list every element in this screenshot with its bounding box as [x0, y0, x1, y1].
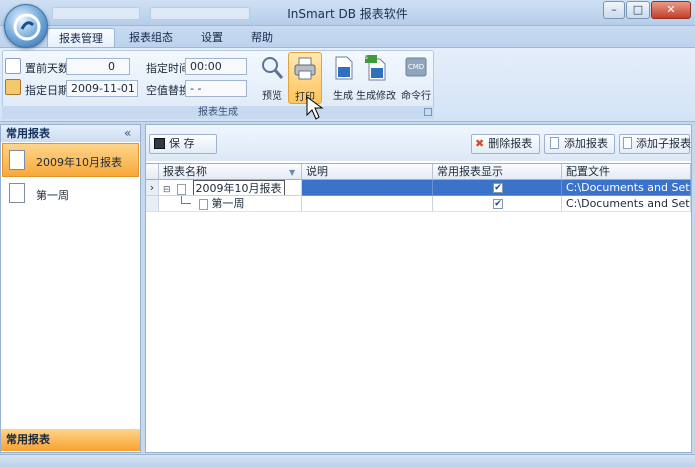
add-report-label: 添加报表: [564, 137, 608, 150]
favorite-checkbox[interactable]: ✔: [493, 183, 503, 193]
sort-arrow-icon: ▼: [289, 168, 296, 177]
cell-config[interactable]: C:\Documents and Setting...: [562, 180, 691, 196]
add-report-button[interactable]: 添加报表: [544, 134, 615, 154]
command-line-label: 命令行: [401, 91, 431, 102]
cell-favorite[interactable]: ✔: [433, 196, 562, 212]
time-input[interactable]: 00:00: [185, 58, 247, 75]
document-icon: [9, 150, 25, 170]
days-before-input[interactable]: 0: [66, 58, 130, 75]
add-report-icon: [550, 137, 559, 149]
tab-report-config[interactable]: 报表组态: [118, 28, 184, 48]
report-doc-icon: [177, 183, 187, 195]
collapse-tree-icon[interactable]: ⊟: [163, 185, 171, 195]
save-label: 保 存: [169, 137, 195, 150]
dialog-launcher-icon[interactable]: [424, 108, 432, 116]
favorites-panel-title: 常用报表: [1, 125, 140, 142]
row-indicator: ›: [146, 180, 159, 196]
status-bar: [0, 454, 695, 467]
favorite-checkbox[interactable]: ✔: [493, 199, 503, 209]
cell-desc[interactable]: [302, 180, 433, 196]
null-replace-label: 空值替换: [146, 84, 190, 97]
favorites-footer[interactable]: 常用报表: [1, 429, 140, 451]
app-orb-button[interactable]: [4, 4, 48, 48]
tree-line: [181, 196, 191, 204]
mouse-cursor-icon: [306, 96, 324, 120]
cell-name-text[interactable]: 2009年10月报表: [192, 180, 285, 195]
days-icon: [5, 58, 21, 74]
minimize-button[interactable]: –: [603, 1, 625, 19]
xls-badge: XLS: [358, 55, 368, 61]
delete-label: 删除报表: [488, 137, 533, 150]
cmd-badge: CMD: [407, 63, 425, 71]
cell-name[interactable]: 第一周: [159, 196, 302, 212]
save-icon: [154, 138, 165, 149]
column-header-desc[interactable]: 说明: [302, 164, 433, 180]
cell-favorite[interactable]: ✔: [433, 180, 562, 196]
delete-x-icon: ✖: [475, 137, 485, 150]
collapse-panel-button[interactable]: «: [124, 126, 131, 140]
printer-icon: [294, 57, 316, 80]
tab-help[interactable]: 帮助: [240, 28, 284, 48]
row-indicator: [146, 196, 159, 212]
column-header-name[interactable]: 报表名称: [159, 164, 302, 180]
preview-label: 预览: [262, 91, 282, 102]
add-child-icon: [623, 137, 632, 149]
favorite-item-label[interactable]: 第一周: [36, 187, 69, 203]
days-before-label: 置前天数: [25, 62, 69, 75]
window-title: InSmart DB 报表软件: [287, 7, 408, 21]
save-disk-icon: [335, 56, 353, 80]
save-button[interactable]: 保 存: [149, 134, 217, 154]
add-child-report-button[interactable]: 添加子报表: [619, 134, 691, 154]
calendar-icon: [5, 79, 21, 95]
magnifier-icon: [262, 57, 284, 79]
delete-report-button[interactable]: ✖ 删除报表: [471, 134, 540, 154]
cell-desc[interactable]: [302, 196, 433, 212]
row-header-corner: [146, 164, 159, 180]
column-header-config[interactable]: 配置文件: [562, 164, 691, 180]
cell-name-text[interactable]: 第一周: [212, 197, 245, 210]
date-label: 指定日期: [25, 84, 69, 97]
cell-config[interactable]: C:\Documents and Setting...: [562, 196, 691, 212]
column-header-favorite[interactable]: 常用报表显示: [433, 164, 562, 180]
add-child-label: 添加子报表: [636, 137, 691, 150]
null-replace-input[interactable]: - -: [185, 80, 247, 97]
command-line-button[interactable]: 命令行: [399, 52, 433, 104]
app-logo-icon: [13, 13, 41, 41]
maximize-button[interactable]: □: [626, 1, 650, 19]
tab-settings[interactable]: 设置: [190, 28, 234, 48]
favorite-item-label: 2009年10月报表: [36, 156, 122, 169]
close-button[interactable]: ✕: [651, 1, 691, 19]
generate-modify-label: 生成修改: [356, 91, 396, 102]
group-label: 报表生成: [2, 106, 434, 119]
time-label: 指定时间: [146, 62, 190, 75]
cell-name[interactable]: ⊟ 2009年10月报表: [159, 180, 302, 196]
preview-button[interactable]: 预览: [255, 52, 289, 104]
report-doc-icon: [198, 198, 208, 210]
document-icon[interactable]: [9, 183, 25, 203]
tab-report-management[interactable]: 报表管理: [47, 28, 115, 48]
date-picker[interactable]: 2009-11-01: [66, 80, 138, 97]
